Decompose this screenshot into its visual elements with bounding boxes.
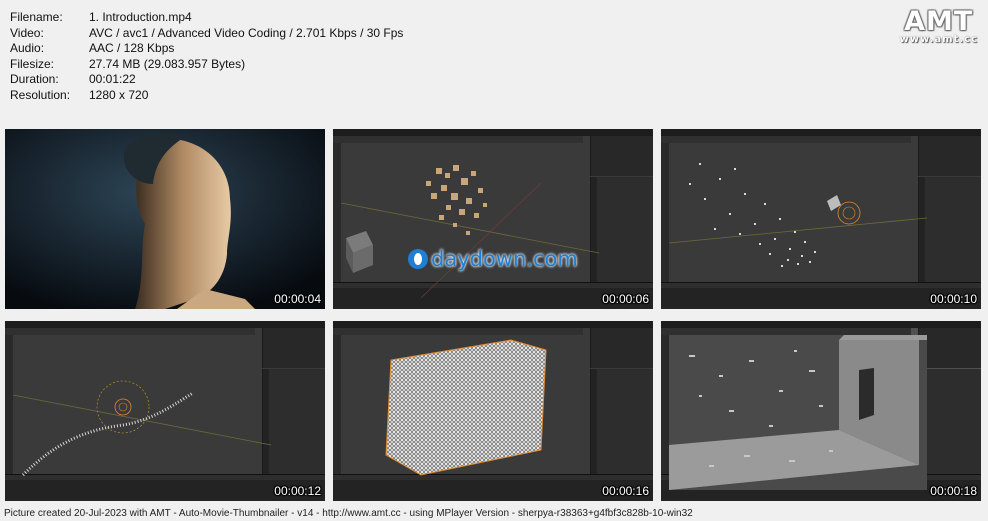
info-value: AVC / avc1 / Advanced Video Coding / 2.7… [89,25,404,40]
viewport-particle-box [385,339,547,476]
timestamp: 00:00:16 [602,484,649,498]
file-info: Filename: 1. Introduction.mp4 Video: AVC /… [10,10,403,103]
amt-logo: AMT www.amt.cc [900,6,978,45]
info-label: Duration: [10,72,59,86]
timestamp: 00:00:04 [274,292,321,306]
info-row-resolution: Resolution: 1280 x 720 [10,88,403,104]
thumbnail-3[interactable]: 00:00:10 [661,129,981,309]
logo-url: www.amt.cc [899,34,978,45]
info-label: Video: [10,25,44,40]
viewport-room [669,335,927,490]
info-row-video: Video: AVC / avc1 / Advanced Video Coding… [10,26,403,42]
thumbnail-4[interactable]: 00:00:12 [5,321,325,501]
info-value: 27.74 MB (29.083.957 Bytes) [89,56,246,71]
info-label: Audio: [10,41,45,55]
timestamp: 00:00:06 [602,292,649,306]
info-row-audio: Audio: AAC / 128 Kbps [10,41,403,57]
info-row-duration: Duration: 00:01:22 [10,72,403,88]
timestamp: 00:00:18 [930,484,977,498]
timestamp: 00:00:12 [274,484,321,498]
info-value: 00:01:22 [89,72,136,86]
info-row-filename: Filename: 1. Introduction.mp4 [10,10,403,26]
watermark-text: daydown.com [431,247,578,271]
info-label: Filesize: [10,56,55,71]
watermark: daydown.com [407,247,578,271]
statue-image [5,129,325,309]
logo-title: AMT [904,6,974,37]
info-row-filesize: Filesize: 27.74 MB (29.083.957 Bytes) [10,57,403,73]
thumbnail-5[interactable]: 00:00:16 [333,321,653,501]
info-value: 1. Introduction.mp4 [89,10,192,24]
thumbnail-6[interactable]: 00:00:18 [661,321,981,501]
daydown-logo-icon [408,249,428,269]
thumbnail-1[interactable]: 00:00:04 [5,129,325,309]
timestamp: 00:00:10 [930,292,977,306]
info-label: Filename: [10,10,63,24]
viewport-trail [13,380,271,477]
info-label: Resolution: [10,87,71,102]
info-value: 1280 x 720 [89,87,149,102]
footer-credit: Picture created 20-Jul-2023 with AMT - A… [4,508,693,519]
thumbnail-2[interactable]: daydown.com 00:00:06 [333,129,653,309]
viewport-particles [669,163,927,267]
viewport-cubes [341,165,599,298]
info-value: AAC / 128 Kbps [89,41,175,55]
